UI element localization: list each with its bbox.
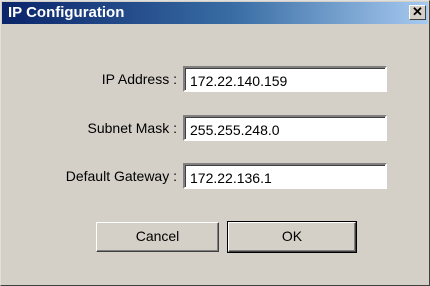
close-button[interactable]: ✕ [409, 5, 426, 20]
default-gateway-label: Default Gateway : [65, 168, 177, 184]
cancel-button[interactable]: Cancel [96, 222, 219, 252]
ip-address-field[interactable] [183, 66, 387, 92]
ip-configuration-dialog: IP Configuration ✕ IP Address : Subnet M… [0, 0, 430, 286]
window-title: IP Configuration [8, 4, 125, 21]
title-bar[interactable]: IP Configuration ✕ [2, 2, 428, 24]
default-gateway-field[interactable] [183, 163, 387, 189]
ok-button[interactable]: OK [227, 221, 357, 253]
subnet-mask-field[interactable] [183, 115, 387, 141]
subnet-mask-label: Subnet Mask : [87, 120, 178, 136]
close-icon: ✕ [412, 4, 423, 19]
ip-address-label: IP Address : [101, 71, 177, 87]
